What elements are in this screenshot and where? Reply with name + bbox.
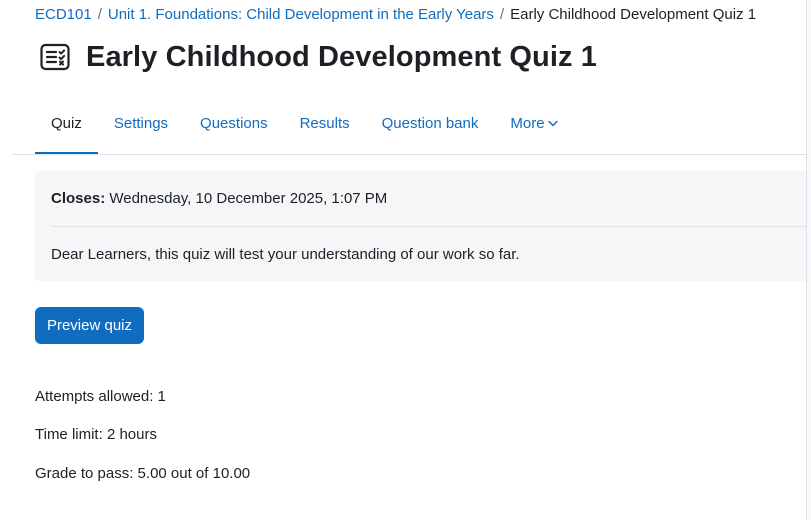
page: ECD101 / Unit 1. Foundations: Child Develo… (0, 0, 811, 520)
tab-questions[interactable]: Questions (184, 106, 284, 155)
page-header: Early Childhood Development Quiz 1 (39, 40, 597, 73)
breadcrumb-separator: / (97, 6, 102, 23)
tab-label: Quiz (51, 115, 82, 132)
tab-question-bank[interactable]: Question bank (366, 106, 495, 155)
tab-quiz[interactable]: Quiz (35, 106, 98, 155)
time-limit: Time limit: 2 hours (35, 426, 157, 443)
preview-quiz-button[interactable]: Preview quiz (35, 307, 144, 344)
breadcrumb: ECD101 / Unit 1. Foundations: Child Develo… (35, 6, 756, 24)
closes-label: Closes: (51, 190, 106, 207)
breadcrumb-course-link[interactable]: ECD101 (35, 6, 92, 23)
tab-label: Settings (113, 115, 169, 132)
activity-information: Closes: Wednesday, 10 December 2025, 1:0… (35, 171, 811, 281)
tab-more[interactable]: More (494, 106, 573, 155)
tab-label: Questions (200, 115, 268, 132)
tab-settings[interactable]: Settings (98, 106, 184, 155)
attempts-allowed: Attempts allowed: 1 (35, 388, 166, 405)
tab-results[interactable]: Results (284, 106, 366, 155)
activity-divider (51, 226, 811, 227)
chevron-down-icon (547, 118, 558, 130)
breadcrumb-separator: / (499, 6, 505, 23)
scrollbar-edge (806, 0, 811, 520)
tab-label: Question bank (381, 115, 479, 132)
grade-to-pass: Grade to pass: 5.00 out of 10.00 (35, 465, 251, 482)
tab-label: More (510, 115, 545, 132)
activity-dates: Closes: Wednesday, 10 December 2025, 1:0… (51, 190, 387, 207)
tab-label: Results (299, 115, 350, 132)
closes-value: Wednesday, 10 December 2025, 1:07 PM (109, 190, 388, 207)
secondary-navigation: Quiz Settings Questions Results Question… (35, 106, 574, 155)
tabs-divider (12, 154, 811, 155)
breadcrumb-current: Early Childhood Development Quiz 1 (510, 6, 757, 23)
page-title: Early Childhood Development Quiz 1 (86, 41, 597, 73)
activity-description: Dear Learners, this quiz will test your … (51, 246, 520, 263)
quiz-icon (39, 41, 71, 73)
breadcrumb-section-link[interactable]: Unit 1. Foundations: Child Development i… (108, 6, 494, 23)
